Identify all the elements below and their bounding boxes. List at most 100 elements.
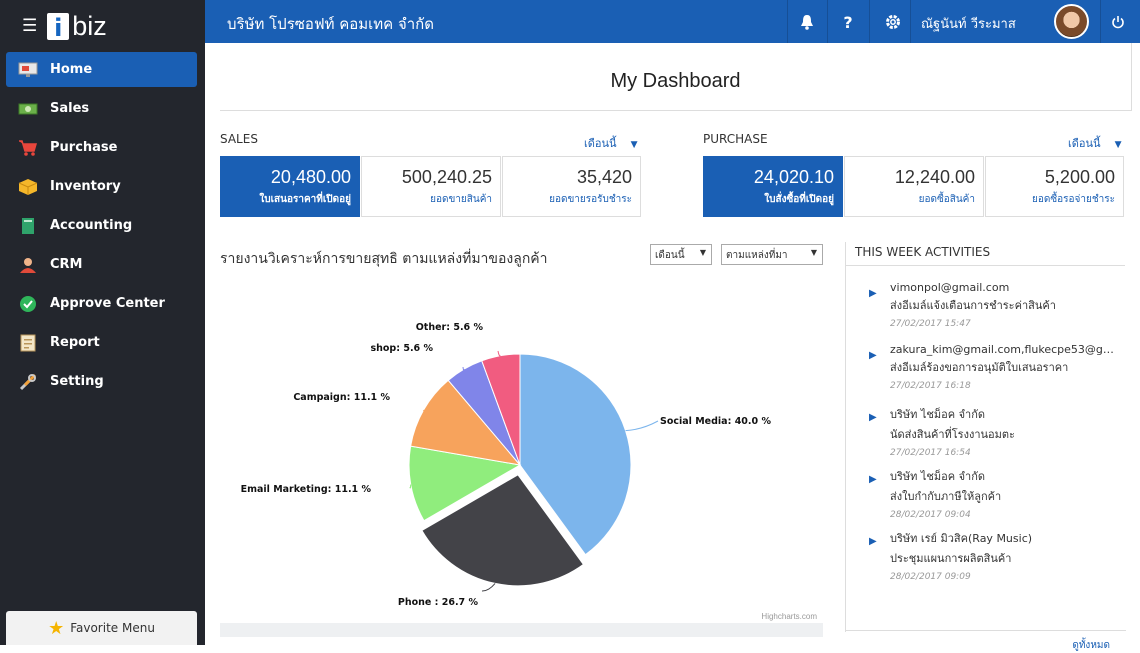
activities-panel: THIS WEEK ACTIVITIES ▶ vimonpol@gmail.co…	[845, 242, 1126, 651]
pie-chart-svg: Social Media: 40.0 % Phone : 26.7 % Email …	[241, 322, 818, 621]
monitor-icon	[18, 61, 38, 79]
sales-section-label: SALES	[220, 132, 258, 146]
report-source-select[interactable]: ตามแหล่งที่มา ▼	[721, 244, 823, 265]
ledger-icon	[18, 217, 38, 235]
kpi-label: ยอดซื้อรอจ่ายชำระ	[1031, 194, 1115, 205]
report-title: รายงานวิเคราะห์การขายสุทธิ ตามแหล่งที่มา…	[220, 251, 548, 267]
cart-icon	[18, 139, 38, 157]
activity-item[interactable]: ▶ บริษัท ไชม็อค จำกัด นัดส่งสินค้าที่โรง…	[846, 390, 1125, 458]
page-title: My Dashboard	[220, 43, 1132, 111]
brand: ☰ i biz	[0, 0, 205, 52]
purchase-period-dropdown[interactable]: เดือนนี้ ▼	[1068, 134, 1121, 152]
sidebar-item-label: Accounting	[50, 218, 133, 233]
sidebar-item-report[interactable]: Report	[6, 325, 197, 360]
pie-data-label: Phone : 26.7 %	[398, 597, 479, 608]
kpi-open-quotations[interactable]: 20,480.00 ใบเสนอราคาที่เปิดอยู่	[220, 156, 360, 217]
pie-data-label: shop: 5.6 %	[370, 343, 433, 354]
company-name: บริษัท โปรซอฟท์ คอมเทค จำกัด	[227, 15, 435, 33]
caret-down-icon: ▼	[1114, 140, 1122, 150]
sidebar-item-sales[interactable]: Sales	[6, 91, 197, 126]
kpi-purchase-payable[interactable]: 5,200.00 ยอดซื้อรอจ่ายชำระ	[985, 156, 1124, 217]
pie-chart: Social Media: 40.0 % Phone : 26.7 % Email …	[220, 273, 823, 633]
hamburger-menu-icon[interactable]: ☰	[22, 16, 37, 36]
activity-item[interactable]: ▶ vimonpol@gmail.com ส่งอีเมล์แจ้งเตือนก…	[846, 266, 1125, 329]
kpi-sales-total[interactable]: 500,240.25 ยอดขายสินค้า	[361, 156, 501, 217]
activities-title: THIS WEEK ACTIVITIES	[846, 242, 1125, 266]
sidebar-item-label: Approve Center	[50, 296, 165, 311]
chart-credit[interactable]: Highcharts.com	[761, 612, 817, 621]
sidebar-item-label: Setting	[50, 374, 104, 389]
kpi-value: 24,020.10	[753, 167, 834, 187]
period-label: เดือนนี้	[584, 137, 617, 150]
caret-down-icon: ▼	[699, 248, 706, 257]
divider	[910, 0, 911, 43]
pie-connector	[481, 583, 496, 592]
sidebar-item-accounting[interactable]: Accounting	[6, 208, 197, 243]
gear-icon[interactable]	[881, 10, 905, 34]
sidebar-item-crm[interactable]: CRM	[6, 247, 197, 282]
divider	[787, 0, 788, 43]
favorite-menu-button[interactable]: ★ Favorite Menu	[6, 611, 197, 645]
sidebar-menu: Home Sales Purchase Inventory Accounting	[0, 52, 205, 399]
sidebar-item-inventory[interactable]: Inventory	[6, 169, 197, 204]
bell-icon[interactable]	[795, 10, 819, 34]
kpi-value: 500,240.25	[401, 167, 492, 187]
activity-item[interactable]: ▶ บริษัท ไชม็อค จำกัด ส่งใบกำกับภาษีให้ล…	[846, 452, 1125, 520]
divider	[827, 0, 828, 43]
tools-icon	[18, 373, 38, 391]
activity-item[interactable]: ▶ บริษัท เรย์ มิวสิค(Ray Music) ประชุมแผ…	[846, 514, 1125, 582]
logo-text: biz	[72, 10, 107, 41]
sidebar-item-home[interactable]: Home	[6, 52, 197, 87]
activity-contact: บริษัท ไชม็อค จำกัด	[890, 408, 986, 421]
help-icon[interactable]: ?	[836, 10, 860, 34]
kpi-value: 5,200.00	[1044, 167, 1115, 187]
logo-letter: i	[47, 12, 70, 40]
main-content: My Dashboard SALES เดือนนี้ ▼ 20,480.00 ใ…	[205, 43, 1140, 651]
arrow-right-icon: ▶	[869, 474, 877, 485]
activity-contact: vimonpol@gmail.com	[890, 281, 1010, 294]
activity-description: นัดส่งสินค้าที่โรงงานอมตะ	[890, 428, 1015, 441]
sidebar-item-setting[interactable]: Setting	[6, 364, 197, 399]
kpi-label: ใบเสนอราคาที่เปิดอยู่	[259, 194, 351, 205]
see-all-link[interactable]: ดูทั้งหมด	[1072, 638, 1110, 653]
select-value: เดือนนี้	[655, 250, 685, 261]
purchase-section-label: PURCHASE	[703, 132, 768, 146]
activity-contact: บริษัท เรย์ มิวสิค(Ray Music)	[890, 532, 1033, 545]
pie-data-label: Campaign: 11.1 %	[293, 392, 390, 403]
pie-data-label: Email Marketing: 11.1 %	[241, 484, 372, 495]
activity-description: ประชุมแผนการผลิตสินค้า	[890, 552, 1012, 565]
select-value: ตามแหล่งที่มา	[726, 250, 788, 261]
sidebar-item-purchase[interactable]: Purchase	[6, 130, 197, 165]
app-logo[interactable]: i biz	[47, 11, 107, 42]
report-period-select[interactable]: เดือนนี้ ▼	[650, 244, 712, 265]
check-circle-icon	[18, 295, 38, 313]
activity-description: ส่งอีเมล์ร้องขอการอนุมัติใบเสนอราคา	[890, 361, 1069, 374]
divider	[846, 630, 1126, 631]
kpi-label: ใบสั่งซื้อที่เปิดอยู่	[764, 194, 834, 205]
box-icon	[18, 178, 38, 196]
divider	[1100, 0, 1101, 43]
activity-description: ส่งใบกำกับภาษีให้ลูกค้า	[890, 490, 1002, 503]
kpi-value: 35,420	[576, 167, 632, 187]
sidebar-item-label: Report	[50, 335, 100, 350]
activity-contact: บริษัท ไชม็อค จำกัด	[890, 470, 986, 483]
kpi-open-purchase-orders[interactable]: 24,020.10 ใบสั่งซื้อที่เปิดอยู่	[703, 156, 843, 217]
period-label: เดือนนี้	[1068, 137, 1101, 150]
sidebar-item-label: Purchase	[50, 140, 118, 155]
kpi-label: ยอดซื้อสินค้า	[918, 194, 975, 205]
pie-data-label: Social Media: 40.0 %	[660, 416, 771, 427]
kpi-value: 20,480.00	[270, 167, 351, 187]
sidebar-item-label: Home	[50, 62, 93, 77]
arrow-right-icon: ▶	[869, 412, 877, 423]
caret-down-icon: ▼	[810, 248, 817, 257]
caret-down-icon: ▼	[630, 140, 638, 150]
kpi-purchase-total[interactable]: 12,240.00 ยอดซื้อสินค้า	[844, 156, 984, 217]
user-name[interactable]: ณัฐนันท์ วีระมาส	[921, 13, 1016, 34]
arrow-right-icon: ▶	[869, 288, 877, 299]
power-icon[interactable]	[1106, 10, 1130, 34]
activity-item[interactable]: ▶ zakura_kim@gmail.com,flukecpe53@gmail.…	[846, 328, 1125, 391]
sales-period-dropdown[interactable]: เดือนนี้ ▼	[584, 134, 637, 152]
kpi-sales-receivable[interactable]: 35,420 ยอดขายรอรับชำระ	[502, 156, 641, 217]
avatar[interactable]	[1054, 4, 1089, 39]
sidebar-item-approve-center[interactable]: Approve Center	[6, 286, 197, 321]
